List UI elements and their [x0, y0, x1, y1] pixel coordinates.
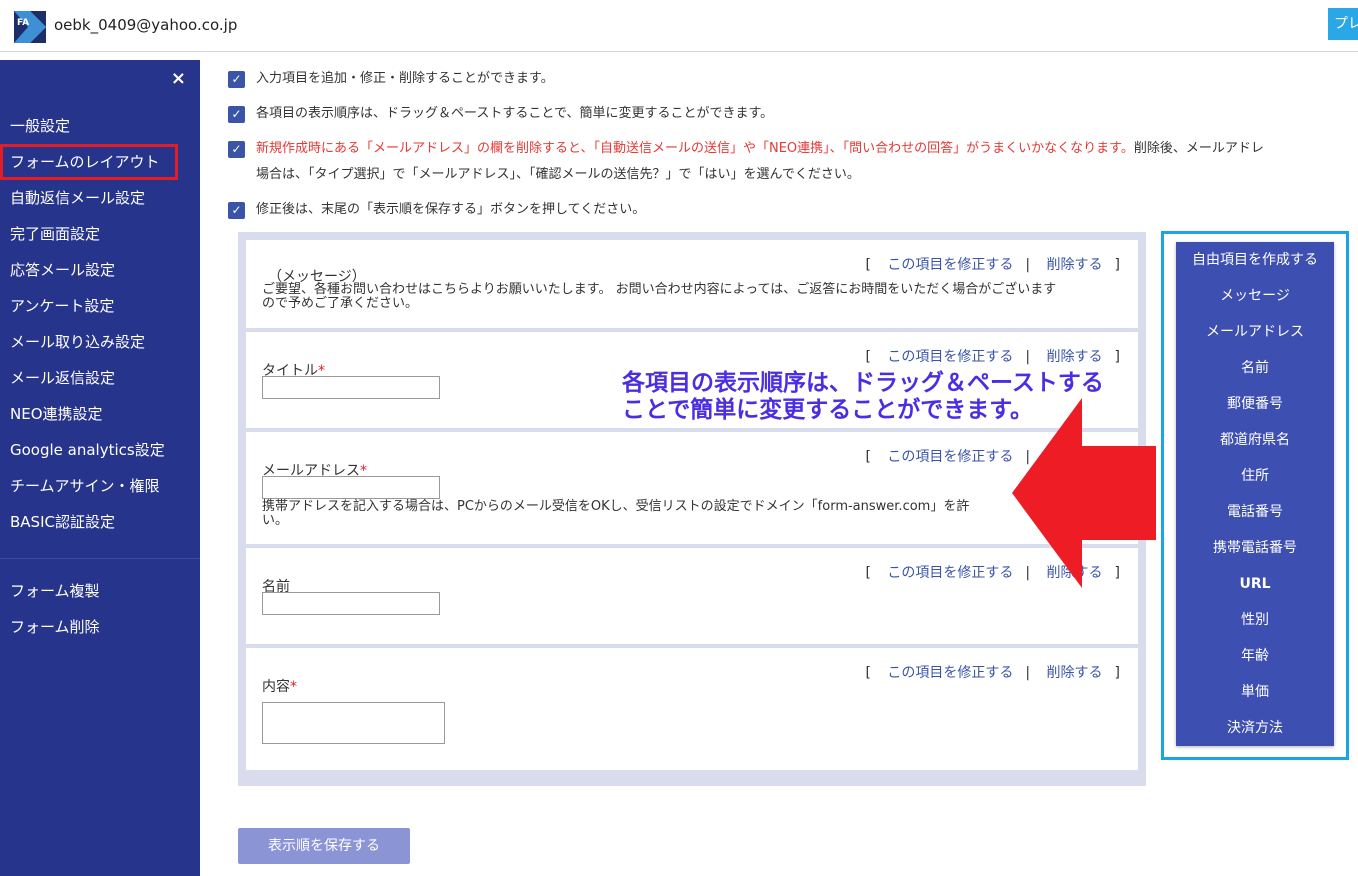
sidebar-divider — [0, 558, 200, 559]
left-arrow-icon — [1012, 398, 1156, 588]
edit-field-link[interactable]: この項目を修正する — [887, 257, 1013, 273]
field-help-text: い。 — [262, 513, 289, 528]
notice-item: ✓ 修正後は、末尾の「表示順を保存する」ボタンを押してください。 — [228, 197, 1358, 223]
notice-text: 各項目の表示順序は、ドラッグ＆ペーストすることで、簡単に変更することができます。 — [256, 106, 774, 121]
palette-item-age[interactable]: 年齢 — [1176, 638, 1334, 674]
bracket: ] — [1114, 665, 1120, 681]
separator: | — [1025, 665, 1031, 681]
palette-item-url[interactable]: URL — [1176, 566, 1334, 602]
user-email: oebk_0409@yahoo.co.jp — [54, 16, 238, 34]
sidebar-item-form-delete[interactable]: フォーム削除 — [0, 609, 200, 645]
bracket: ] — [1114, 349, 1120, 365]
form-layout-area: [ この項目を修正する | 削除する] （メッセージ） ご要望、各種お問い合わせは… — [238, 232, 1146, 786]
palette-item-email[interactable]: メールアドレス — [1176, 314, 1334, 350]
sidebar-item-form-layout[interactable]: フォームのレイアウト — [0, 144, 178, 180]
sidebar-item-neo[interactable]: NEO連携設定 — [0, 396, 200, 432]
edit-field-link[interactable]: この項目を修正する — [887, 349, 1013, 365]
notice-text: 場合は、「タイプ選択」で「メールアドレス」、「確認メールの送信先？」で「はい」を… — [256, 167, 860, 182]
top-bar: FA oebk_0409@yahoo.co.jp プレ — [0, 0, 1358, 52]
form-field-message[interactable]: [ この項目を修正する | 削除する] （メッセージ） ご要望、各種お問い合わせは… — [246, 240, 1138, 328]
checkbox-checked-icon[interactable]: ✓ — [228, 202, 245, 219]
palette-item-address[interactable]: 住所 — [1176, 458, 1334, 494]
palette-item-phone[interactable]: 電話番号 — [1176, 494, 1334, 530]
notice-text: 削除後、メールアドレ — [1133, 141, 1264, 156]
notice-list: ✓ 入力項目を追加・修正・削除することができます。 ✓ 各項目の表示順序は、ドラ… — [228, 66, 1358, 232]
logo-icon[interactable]: FA — [14, 11, 46, 43]
notice-item: ✓ 新規作成時にある「メールアドレス」の欄を削除すると、「自動送信メールの送信」… — [228, 136, 1358, 188]
sidebar-item-completion-screen[interactable]: 完了画面設定 — [0, 216, 200, 252]
notice-warning-text: 新規作成時にある「メールアドレス」の欄を削除すると、「自動送信メールの送信」や「… — [256, 141, 1134, 156]
content-textarea[interactable] — [262, 702, 445, 744]
sidebar-item-basic-auth[interactable]: BASIC認証設定 — [0, 504, 200, 540]
palette-item-prefecture[interactable]: 都道府県名 — [1176, 422, 1334, 458]
palette-item-payment-method[interactable]: 決済方法 — [1176, 710, 1334, 746]
sidebar-item-mail-import[interactable]: メール取り込み設定 — [0, 324, 200, 360]
sidebar-item-response-mail[interactable]: 応答メール設定 — [0, 252, 200, 288]
sidebar-item-google-analytics[interactable]: Google analytics設定 — [0, 432, 200, 468]
checkbox-checked-icon[interactable]: ✓ — [228, 71, 245, 88]
delete-field-link[interactable]: 削除する — [1047, 665, 1103, 681]
email-input[interactable] — [262, 476, 440, 499]
edit-field-link[interactable]: この項目を修正する — [887, 565, 1013, 581]
save-order-button[interactable]: 表示順を保存する — [238, 828, 410, 864]
sidebar-item-auto-reply-mail[interactable]: 自動返信メール設定 — [0, 180, 200, 216]
palette-item-message[interactable]: メッセージ — [1176, 278, 1334, 314]
bracket: [ — [865, 565, 871, 581]
field-label-text: 内容 — [262, 679, 290, 695]
form-field-email[interactable]: [ この項目を修正する| 削除する] メールアドレス* 携帯アドレスを記入する場… — [246, 432, 1138, 544]
field-type-palette: 自由項目を作成する メッセージ メールアドレス 名前 郵便番号 都道府県名 住所… — [1176, 242, 1334, 746]
form-field-name[interactable]: [ この項目を修正する| 削除する] 名前 — [246, 548, 1138, 644]
sidebar: × 一般設定 フォームのレイアウト 自動返信メール設定 完了画面設定 応答メール… — [0, 60, 200, 876]
sidebar-nav: 一般設定 フォームのレイアウト 自動返信メール設定 完了画面設定 応答メール設定… — [0, 108, 200, 645]
callout-line: 各項目の表示順序は、ドラッグ＆ペーストする — [622, 370, 1104, 396]
form-field-content[interactable]: [ この項目を修正する | 削除する] 内容* — [246, 648, 1138, 770]
sidebar-item-form-duplicate[interactable]: フォーム複製 — [0, 573, 200, 609]
edit-field-link[interactable]: この項目を修正する — [887, 665, 1013, 681]
svg-text:FA: FA — [17, 18, 29, 28]
bracket: [ — [865, 665, 871, 681]
edit-field-link[interactable]: この項目を修正する — [887, 449, 1013, 465]
sidebar-item-mail-reply[interactable]: メール返信設定 — [0, 360, 200, 396]
separator: | — [1025, 257, 1031, 273]
notice-item: ✓ 各項目の表示順序は、ドラッグ＆ペーストすることで、簡単に変更することができま… — [228, 101, 1358, 127]
notice-item: ✓ 入力項目を追加・修正・削除することができます。 — [228, 66, 1358, 92]
field-actions: [ この項目を修正する | 削除する] — [865, 662, 1120, 682]
name-input[interactable] — [262, 592, 440, 615]
bracket: [ — [865, 257, 871, 273]
delete-field-link[interactable]: 削除する — [1047, 349, 1103, 365]
notice-text: 入力項目を追加・修正・削除することができます。 — [256, 71, 554, 86]
sidebar-item-general-settings[interactable]: 一般設定 — [0, 108, 200, 144]
palette-item-name[interactable]: 名前 — [1176, 350, 1334, 386]
checkbox-checked-icon[interactable]: ✓ — [228, 106, 245, 123]
sidebar-item-team-assign[interactable]: チームアサイン・権限 — [0, 468, 200, 504]
field-message-text: ので予めご了承ください。 — [262, 296, 419, 311]
palette-item-create-custom[interactable]: 自由項目を作成する — [1176, 242, 1334, 278]
field-actions: [ この項目を修正する | 削除する] — [865, 346, 1120, 366]
palette-item-postal-code[interactable]: 郵便番号 — [1176, 386, 1334, 422]
field-message-text: ご要望、各種お問い合わせはこちらよりお願いいたします。 お問い合わせ内容によって… — [262, 282, 1057, 297]
separator: | — [1025, 349, 1031, 365]
palette-item-mobile[interactable]: 携帯電話番号 — [1176, 530, 1334, 566]
delete-field-link[interactable]: 削除する — [1047, 257, 1103, 273]
field-label: 内容* — [262, 676, 297, 696]
sidebar-item-survey[interactable]: アンケート設定 — [0, 288, 200, 324]
required-mark: * — [290, 679, 297, 695]
preview-button[interactable]: プレ — [1328, 8, 1358, 40]
bracket: [ — [865, 449, 871, 465]
bracket: ] — [1114, 257, 1120, 273]
palette-item-unit-price[interactable]: 単価 — [1176, 674, 1334, 710]
title-input[interactable] — [262, 376, 440, 399]
palette-item-gender[interactable]: 性別 — [1176, 602, 1334, 638]
field-help-text: 携帯アドレスを記入する場合は、PCからのメール受信をOKし、受信リストの設定でド… — [262, 499, 970, 514]
field-actions: [ この項目を修正する | 削除する] — [865, 254, 1120, 274]
notice-text: 修正後は、末尾の「表示順を保存する」ボタンを押してください。 — [256, 202, 646, 217]
close-icon[interactable]: × — [171, 68, 186, 89]
checkbox-checked-icon[interactable]: ✓ — [228, 141, 245, 158]
bracket: [ — [865, 349, 871, 365]
